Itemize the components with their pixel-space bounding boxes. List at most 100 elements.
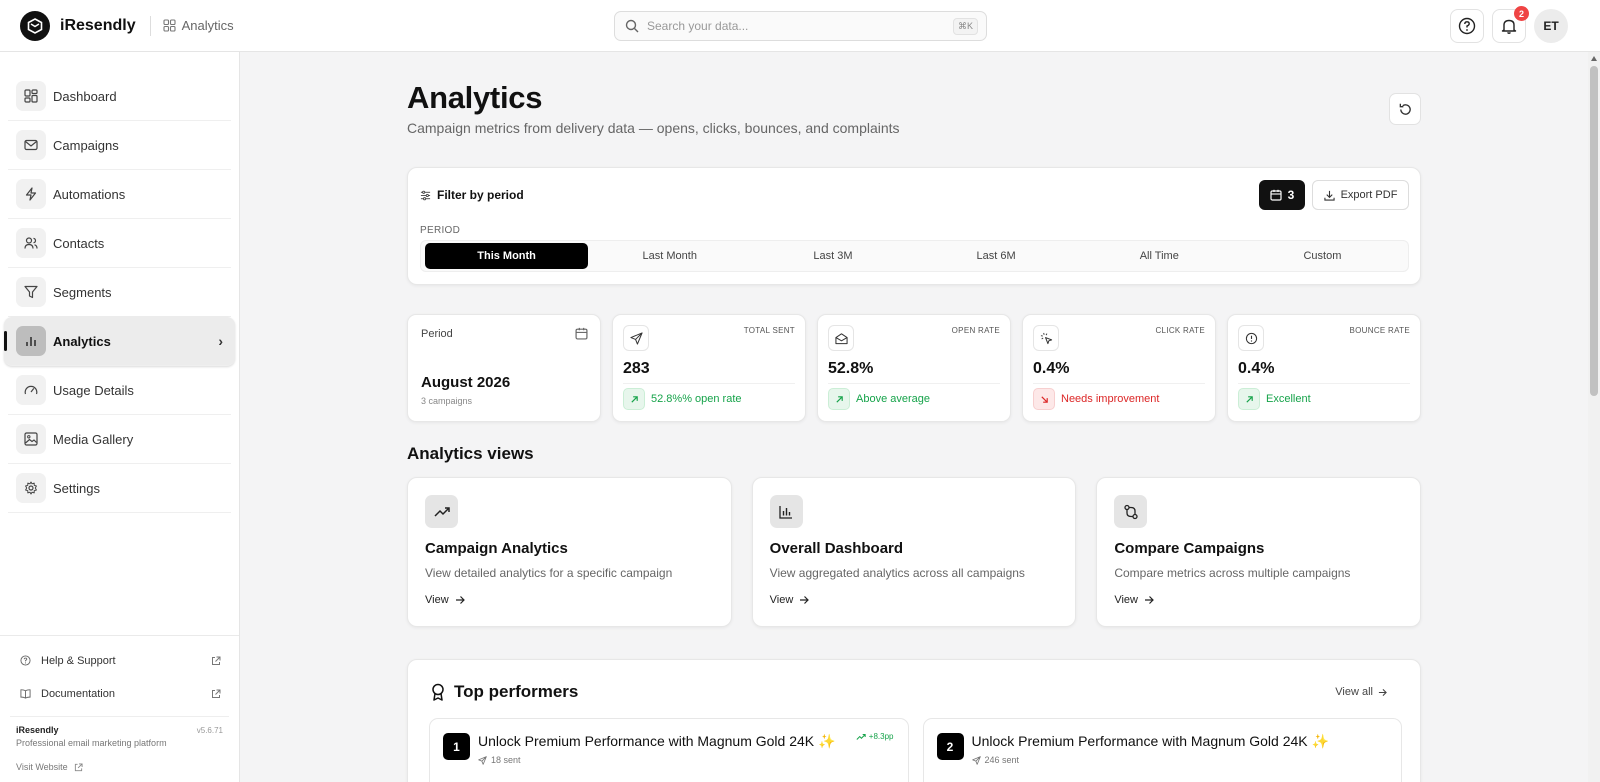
sidebar-item-label: Analytics [53,333,111,349]
breadcrumb-divider [149,15,151,36]
sidebar-item-contacts[interactable]: Contacts [8,219,231,268]
sidebar-item-label: Settings [53,480,100,496]
sidebar-item-segments[interactable]: Segments [8,268,231,317]
sidebar: Dashboard Campaigns Automations Contacts… [0,52,240,782]
compare-icon [1114,495,1148,528]
bounce-rate-value: 0.4% [1238,360,1275,377]
sidebar-item-analytics[interactable]: Analytics › [4,317,235,366]
total-sent-trend: 52.8%% open rate [623,388,742,410]
compare-campaigns-card[interactable]: Compare Campaigns Compare metrics across… [1096,477,1422,627]
sidebar-item-automations[interactable]: Automations [8,170,231,219]
list-item[interactable]: 2 Unlock Premium Performance with Magnum… [922,718,1402,782]
logo-icon [20,10,50,41]
arrow-right-icon [1145,596,1154,604]
search-shortcut: ⌘K [952,17,978,35]
sidebar-item-label: Segments [53,284,112,300]
search-box[interactable]: ⌘K [614,11,987,41]
sidebar-item-usage-details[interactable]: Usage Details [8,366,231,415]
tab-this-month[interactable]: This Month [425,243,589,269]
scrollbar-thumb[interactable] [1590,66,1598,396]
page-scrollbar[interactable] [1588,52,1600,782]
click-rate-value: 0.4% [1033,360,1070,377]
breadcrumb[interactable]: Analytics [163,18,234,33]
top-performers-card: Top performers View all 1 Unlock Premium… [407,659,1421,782]
total-sent-card: TOTAL SENT 283 52.8%% open rate [612,314,806,422]
documentation-link[interactable]: Documentation [0,677,239,710]
tab-last-3m[interactable]: Last 3M [751,243,914,269]
sidebar-item-label: Media Gallery [53,431,134,447]
analytics-views-heading: Analytics views [407,444,534,463]
export-pdf-label: Export PDF [1340,189,1398,201]
click-rate-trend-text: Needs improvement [1061,393,1160,405]
export-pdf-button[interactable]: Export PDF [1312,180,1409,210]
card-description: Compare metrics across multiple campaign… [1114,566,1351,580]
tab-last-month[interactable]: Last Month [588,243,751,269]
help-button[interactable] [1450,9,1484,43]
tab-all-time[interactable]: All Time [1078,243,1241,269]
open-rate-value: 52.8% [828,360,874,377]
documentation-label: Documentation [41,687,115,700]
sidebar-item-label: Contacts [53,235,105,251]
trend-up-icon [828,388,850,410]
user-avatar[interactable]: ET [1534,9,1568,43]
campaign-title: Unlock Premium Performance with Magnum G… [478,733,836,749]
bounce-rate-card: BOUNCE RATE 0.4% Excellent [1227,314,1421,422]
page-subtitle: Campaign metrics from delivery data — op… [407,120,900,136]
top-performers-title: Top performers [454,682,579,701]
sliders-icon [420,190,431,200]
view-link[interactable]: View [425,594,465,606]
view-link[interactable]: View [1114,594,1154,606]
card-title: Compare Campaigns [1114,540,1265,557]
tab-last-6m[interactable]: Last 6M [915,243,1078,269]
campaign-delta-value: +8.3pp [868,732,894,741]
alert-circle-icon [1238,325,1264,351]
view-all-link[interactable]: View all [1335,686,1387,698]
filter-title: Filter by period [437,188,524,202]
open-rate-trend: Above average [828,388,930,410]
sidebar-item-campaigns[interactable]: Campaigns [8,121,231,170]
period-card-value: August 2026 [421,374,511,391]
campaign-analytics-card[interactable]: Campaign Analytics View detailed analyti… [407,477,732,627]
grid-icon [163,19,176,32]
view-link-label: View [425,594,449,606]
page-title: Analytics [407,80,543,115]
view-link[interactable]: View [770,594,810,606]
breadcrumb-label: Analytics [181,18,234,33]
tab-custom[interactable]: Custom [1241,243,1404,269]
filter-heading: Filter by period [420,188,524,202]
sidebar-item-settings[interactable]: Settings [8,464,231,513]
send-icon [971,755,981,765]
users-icon [16,228,46,258]
refresh-button[interactable] [1389,93,1421,125]
external-link-icon [212,689,221,698]
help-support-link[interactable]: Help & Support [0,644,239,677]
arrow-right-icon [1378,688,1387,696]
card-title: Overall Dashboard [769,540,904,557]
period-card-caption: 3 campaigns [421,396,473,406]
period-tabs: This Month Last Month Last 3M Last 6M Al… [420,240,1409,272]
top-bar: iResendly Analytics ⌘K 2 ET [0,0,1600,52]
notification-count-badge: 2 [1514,6,1529,21]
scroll-up-arrow-icon[interactable] [1591,56,1597,61]
filter-icon [16,277,46,307]
campaign-sent-count: 18 sent [491,755,521,765]
sidebar-item-dashboard[interactable]: Dashboard [8,72,231,121]
gauge-icon [16,375,46,405]
date-range-button[interactable]: 3 [1259,180,1305,210]
open-rate-trend-text: Above average [856,393,930,405]
open-rate-label: OPEN RATE [951,326,1000,335]
brand[interactable]: iResendly [20,10,136,41]
sidebar-item-media-gallery[interactable]: Media Gallery [8,415,231,464]
search-input[interactable] [647,19,953,33]
card-divider [623,383,795,384]
card-title: Campaign Analytics [425,540,568,557]
bounce-rate-trend-text: Excellent [1266,393,1311,405]
campaign-title: Unlock Premium Performance with Magnum G… [971,733,1329,749]
visit-website-link[interactable]: Visit Website [0,756,239,782]
campaign-sent: 246 sent [971,755,1020,765]
notifications-button[interactable]: 2 [1492,6,1529,43]
campaign-sent-count: 246 sent [984,755,1020,765]
list-item[interactable]: 1 Unlock Premium Performance with Magnum… [429,718,909,782]
total-sent-value: 283 [623,360,650,377]
overall-dashboard-card[interactable]: Overall Dashboard View aggregated analyt… [751,477,1077,627]
